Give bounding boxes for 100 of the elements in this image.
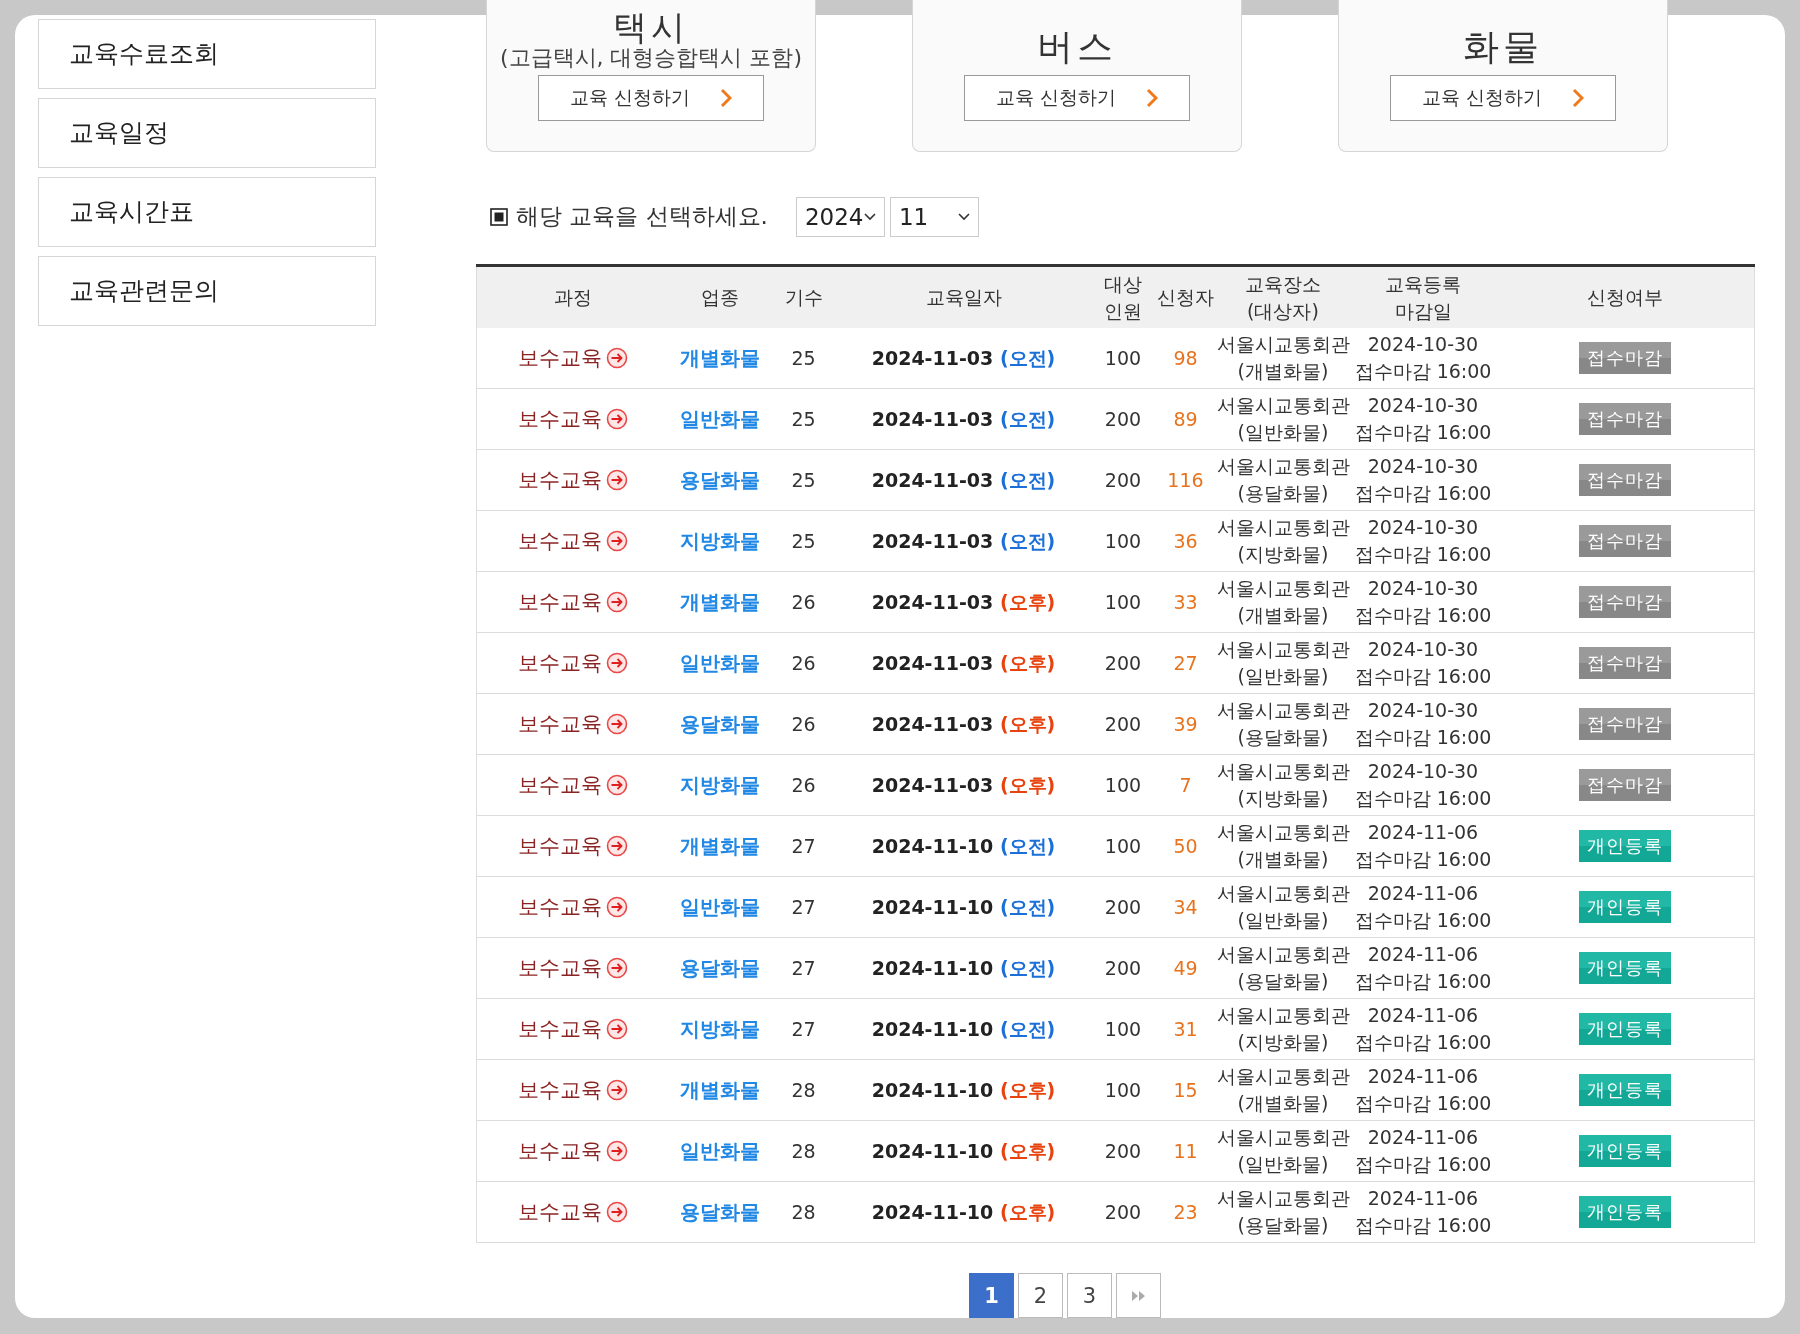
course-link[interactable]: 보수교육: [517, 1198, 602, 1226]
status-button[interactable]: 개인등록: [1578, 1135, 1671, 1167]
capacity-cell: 100: [1104, 346, 1142, 369]
arrow-circle-icon: [605, 652, 628, 674]
applicants-cell: 15: [1173, 1078, 1198, 1101]
vehicle-type-link[interactable]: 일반화물: [679, 1138, 760, 1163]
page-button[interactable]: 1: [969, 1273, 1014, 1318]
vehicle-type-link[interactable]: 지방화물: [679, 528, 760, 553]
date-cell: 2024-11-03 (오전): [871, 407, 1056, 430]
round-cell: 26: [791, 590, 816, 613]
status-button[interactable]: 개인등록: [1578, 1196, 1671, 1228]
month-select[interactable]: 11: [889, 196, 979, 237]
vehicle-type-link[interactable]: 지방화물: [679, 1016, 760, 1041]
capacity-cell: 200: [1104, 468, 1142, 491]
fast-forward-icon: [1130, 1289, 1147, 1302]
vehicle-type-link[interactable]: 일반화물: [679, 894, 760, 919]
course-link[interactable]: 보수교육: [517, 405, 602, 433]
card-title: 화물: [1463, 27, 1543, 67]
status-button[interactable]: 개인등록: [1578, 1013, 1671, 1045]
applicants-cell: 34: [1173, 895, 1198, 918]
arrow-circle-icon: [605, 469, 628, 491]
vehicle-type-link[interactable]: 지방화물: [679, 772, 760, 797]
deadline-cell: 2024-10-30 접수마감 16:00: [1354, 516, 1492, 565]
capacity-cell: 200: [1104, 1139, 1142, 1162]
vehicle-type-link[interactable]: 개별화물: [679, 833, 760, 858]
vehicle-type-link[interactable]: 용달화물: [679, 711, 760, 736]
course-link[interactable]: 보수교육: [517, 710, 602, 738]
deadline-cell: 2024-11-06 접수마감 16:00: [1354, 1126, 1492, 1175]
round-cell: 25: [791, 468, 816, 491]
last-page-button[interactable]: [1116, 1273, 1161, 1318]
place-cell: 서울시교통회관 (용달화물): [1216, 699, 1350, 748]
course-link[interactable]: 보수교육: [517, 832, 602, 860]
vehicle-type-link[interactable]: 개별화물: [679, 589, 760, 614]
chevron-right-icon: [720, 88, 732, 108]
date-cell: 2024-11-03 (오전): [871, 346, 1056, 369]
arrow-circle-icon: [605, 896, 628, 918]
round-cell: 27: [791, 895, 816, 918]
course-link[interactable]: 보수교육: [517, 954, 602, 982]
place-cell: 서울시교통회관 (일반화물): [1216, 882, 1350, 931]
page-button[interactable]: 2: [1018, 1273, 1063, 1318]
applicants-cell: 98: [1173, 346, 1198, 369]
status-button[interactable]: 접수마감: [1578, 708, 1671, 740]
sidebar-item[interactable]: 교육일정: [38, 98, 376, 168]
date-cell: 2024-11-10 (오후): [871, 1139, 1056, 1162]
status-button[interactable]: 개인등록: [1578, 952, 1671, 984]
course-link[interactable]: 보수교육: [517, 527, 602, 555]
vehicle-type-link[interactable]: 일반화물: [679, 406, 760, 431]
column-header: 대상 인원: [1104, 272, 1142, 322]
status-button[interactable]: 접수마감: [1578, 342, 1671, 374]
place-cell: 서울시교통회관 (개별화물): [1216, 333, 1350, 382]
column-header: 교육일자: [925, 286, 1002, 308]
arrow-circle-icon: [605, 530, 628, 552]
vehicle-type-link[interactable]: 일반화물: [679, 650, 760, 675]
status-button[interactable]: 개인등록: [1578, 830, 1671, 862]
status-button[interactable]: 접수마감: [1578, 586, 1671, 618]
year-select[interactable]: 2024: [795, 196, 885, 237]
sidebar-item[interactable]: 교육수료조회: [38, 19, 376, 89]
date-cell: 2024-11-03 (오후): [871, 773, 1056, 796]
round-cell: 28: [791, 1078, 816, 1101]
apply-button[interactable]: 교육 신청하기: [964, 75, 1190, 121]
course-link[interactable]: 보수교육: [517, 1137, 602, 1165]
apply-button[interactable]: 교육 신청하기: [1390, 75, 1616, 121]
course-link[interactable]: 보수교육: [517, 893, 602, 921]
course-link[interactable]: 보수교육: [517, 1015, 602, 1043]
course-link[interactable]: 보수교육: [517, 344, 602, 372]
deadline-cell: 2024-10-30 접수마감 16:00: [1354, 760, 1492, 809]
course-link[interactable]: 보수교육: [517, 1076, 602, 1104]
capacity-cell: 100: [1104, 590, 1142, 613]
round-cell: 28: [791, 1139, 816, 1162]
status-button[interactable]: 접수마감: [1578, 403, 1671, 435]
vehicle-type-link[interactable]: 용달화물: [679, 955, 760, 980]
applicants-cell: 39: [1173, 712, 1198, 735]
deadline-cell: 2024-11-06 접수마감 16:00: [1354, 821, 1492, 870]
date-cell: 2024-11-10 (오전): [871, 956, 1056, 979]
place-cell: 서울시교통회관 (일반화물): [1216, 394, 1350, 443]
chevron-right-icon: [1146, 88, 1158, 108]
vehicle-type-link[interactable]: 개별화물: [679, 1077, 760, 1102]
status-button[interactable]: 접수마감: [1578, 769, 1671, 801]
sidebar-item[interactable]: 교육관련문의: [38, 256, 376, 326]
square-bullet-icon: [490, 207, 508, 226]
vehicle-type-link[interactable]: 용달화물: [679, 467, 760, 492]
course-link[interactable]: 보수교육: [517, 649, 602, 677]
sidebar-item[interactable]: 교육시간표: [38, 177, 376, 247]
status-button[interactable]: 개인등록: [1578, 1074, 1671, 1106]
vehicle-type-link[interactable]: 개별화물: [679, 345, 760, 370]
course-link[interactable]: 보수교육: [517, 588, 602, 616]
status-button[interactable]: 접수마감: [1578, 647, 1671, 679]
arrow-circle-icon: [605, 1079, 628, 1101]
status-button[interactable]: 개인등록: [1578, 891, 1671, 923]
applicants-cell: 23: [1173, 1200, 1198, 1223]
apply-button[interactable]: 교육 신청하기: [538, 75, 764, 121]
date-cell: 2024-11-03 (오전): [871, 529, 1056, 552]
page-button[interactable]: 3: [1067, 1273, 1112, 1318]
applicants-cell: 49: [1173, 956, 1198, 979]
date-cell: 2024-11-03 (오전): [871, 468, 1056, 491]
course-link[interactable]: 보수교육: [517, 771, 602, 799]
status-button[interactable]: 접수마감: [1578, 464, 1671, 496]
course-link[interactable]: 보수교육: [517, 466, 602, 494]
status-button[interactable]: 접수마감: [1578, 525, 1671, 557]
vehicle-type-link[interactable]: 용달화물: [679, 1199, 760, 1224]
